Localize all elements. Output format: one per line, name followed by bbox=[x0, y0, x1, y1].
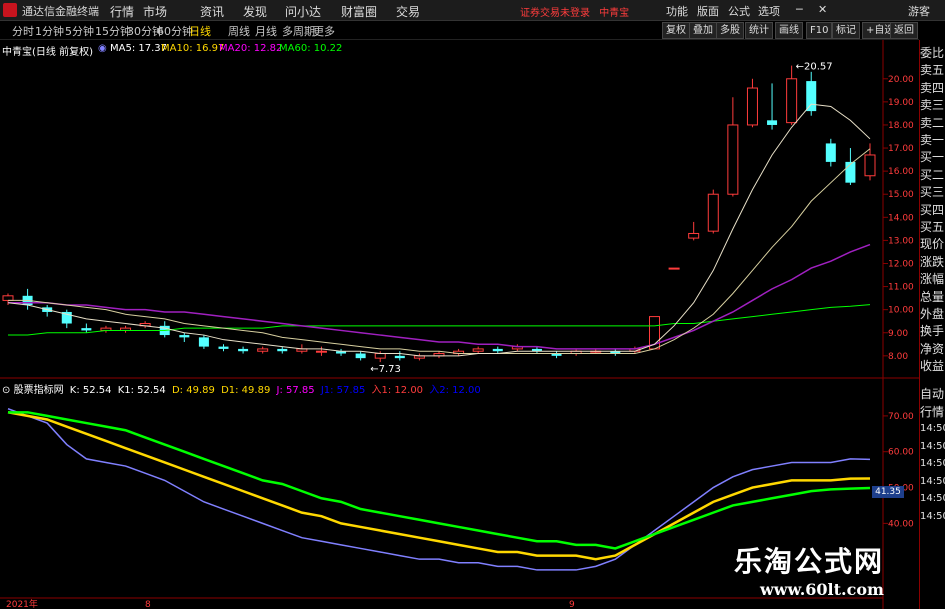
candle-body bbox=[355, 353, 366, 359]
osc-tick-label: 70.00 bbox=[888, 412, 914, 422]
candle-body bbox=[492, 348, 503, 352]
candle-body bbox=[81, 328, 92, 331]
watermark-url: www.60lt.com bbox=[760, 580, 884, 599]
sidebar-item[interactable]: 委比 bbox=[920, 46, 945, 60]
osc-current-badge: 41.35 bbox=[872, 486, 904, 498]
time-axis-label: 9 bbox=[569, 600, 575, 609]
price-tick-label: 13.00 bbox=[888, 236, 914, 246]
price-tick-label: 17.00 bbox=[888, 144, 914, 154]
candle-body bbox=[707, 193, 719, 232]
osc-tick-label: 60.00 bbox=[888, 448, 914, 458]
sidebar-item[interactable]: 买四 bbox=[920, 203, 945, 217]
indicator-toggle-icon: ⊙ bbox=[2, 385, 11, 396]
j-line bbox=[8, 411, 871, 550]
j-value: J: 57.85 bbox=[276, 385, 315, 396]
d1-value: D1: 49.89 bbox=[221, 385, 271, 396]
sidebar-item[interactable]: 净资 bbox=[920, 342, 945, 356]
candle-body bbox=[277, 348, 288, 352]
kline-chart[interactable]: 20.00 19.00 18.00 17.00 16.00 15.00 14.00 13.00… bbox=[0, 0, 945, 609]
sidebar-item[interactable]: 卖一 bbox=[920, 133, 945, 147]
k1-value: K1: 52.54 bbox=[117, 385, 166, 396]
candle-body bbox=[825, 143, 836, 162]
sidebar-tick-item: 14:50 bbox=[920, 440, 945, 452]
candle-body bbox=[2, 295, 14, 301]
price-tick-label: 8.00 bbox=[888, 352, 908, 362]
sidebar-item[interactable]: 外盘 bbox=[920, 307, 945, 321]
sidebar-item[interactable]: 现价 bbox=[920, 237, 945, 251]
sidebar-item[interactable]: 卖三 bbox=[920, 98, 945, 112]
sidebar-item[interactable]: 换手 bbox=[920, 324, 945, 338]
candle-body bbox=[257, 348, 269, 352]
d-value: D: 49.89 bbox=[171, 385, 215, 396]
price-tick-label: 9.00 bbox=[888, 329, 908, 339]
candle-body bbox=[806, 81, 817, 112]
sidebar-item[interactable]: 卖二 bbox=[920, 116, 945, 130]
candle-body bbox=[668, 267, 680, 270]
sidebar-item[interactable]: 涨幅 bbox=[920, 272, 945, 286]
candle-body bbox=[688, 232, 700, 239]
sidebar-item[interactable]: 收益 bbox=[920, 359, 945, 373]
sidebar-item[interactable]: 买三 bbox=[920, 185, 945, 199]
candle-body bbox=[746, 87, 758, 126]
sidebar-tick-item: 14:50 bbox=[920, 458, 945, 469]
candle-body bbox=[864, 154, 876, 177]
high-annotation: ←20.57 bbox=[796, 62, 833, 73]
sidebar-tick-item: 行情 bbox=[920, 404, 945, 419]
osc-tick-label: 40.00 bbox=[888, 519, 914, 529]
price-tick-label: 19.00 bbox=[888, 98, 914, 108]
sidebar-item[interactable]: 卖五 bbox=[920, 63, 945, 77]
sidebar-item[interactable]: 买一 bbox=[920, 150, 945, 164]
time-axis-label: 8 bbox=[145, 600, 151, 609]
sidebar-tick-item: 14:50 bbox=[920, 475, 945, 487]
sidebar-tick-item: 14:50 bbox=[920, 493, 945, 504]
ma10-line bbox=[8, 148, 871, 355]
candle-body bbox=[198, 337, 209, 347]
time-axis-label: 2021年 bbox=[6, 598, 38, 609]
price-tick-label: 15.00 bbox=[888, 190, 914, 200]
sub-indicator-info: ⊙ 股票指标网 K: 52.54 K1: 52.54 D: 49.89 D1: … bbox=[2, 381, 481, 396]
sidebar-item[interactable]: 总量 bbox=[920, 290, 945, 304]
sidebar-item[interactable]: 涨跌 bbox=[920, 255, 945, 269]
candle-body bbox=[472, 348, 484, 352]
in2-value: 入2: 12.00 bbox=[429, 385, 481, 396]
price-tick-label: 16.00 bbox=[888, 167, 914, 177]
price-tick-label: 10.00 bbox=[888, 306, 914, 316]
candle-body bbox=[315, 350, 327, 353]
candle-body bbox=[727, 124, 739, 195]
price-tick-label: 18.00 bbox=[888, 121, 914, 131]
low-annotation: ←7.73 bbox=[370, 364, 401, 375]
candle-body bbox=[238, 348, 249, 352]
candle-body bbox=[845, 161, 856, 183]
sidebar-tick-item: 14:50 bbox=[920, 423, 945, 434]
sidebar-item[interactable]: 买五 bbox=[920, 220, 945, 234]
k-value: K: 52.54 bbox=[69, 385, 112, 396]
sidebar-tick-item: 14:50 bbox=[920, 510, 945, 522]
sidebar-item[interactable]: 买二 bbox=[920, 168, 945, 182]
candle-body bbox=[218, 346, 229, 349]
candle-body bbox=[374, 353, 386, 359]
price-tick-label: 20.00 bbox=[888, 75, 914, 85]
price-tick-label: 14.00 bbox=[888, 213, 914, 223]
price-tick-label: 11.00 bbox=[888, 283, 914, 293]
candle-body bbox=[767, 120, 778, 125]
candle-body bbox=[179, 335, 190, 338]
sidebar-item[interactable]: 卖四 bbox=[920, 81, 945, 95]
sidebar-tick-item: 自动 bbox=[920, 387, 945, 401]
candle-body bbox=[394, 355, 405, 359]
price-tick-label: 12.00 bbox=[888, 259, 914, 269]
ma20-line bbox=[8, 243, 871, 350]
j1-value: J1: 57.85 bbox=[320, 385, 366, 396]
watermark-title: 乐淘公式网 bbox=[734, 545, 885, 578]
in1-value: 入1: 12.00 bbox=[371, 385, 424, 396]
indicator-name: 股票指标网 bbox=[13, 385, 64, 396]
candle-body bbox=[786, 78, 798, 124]
